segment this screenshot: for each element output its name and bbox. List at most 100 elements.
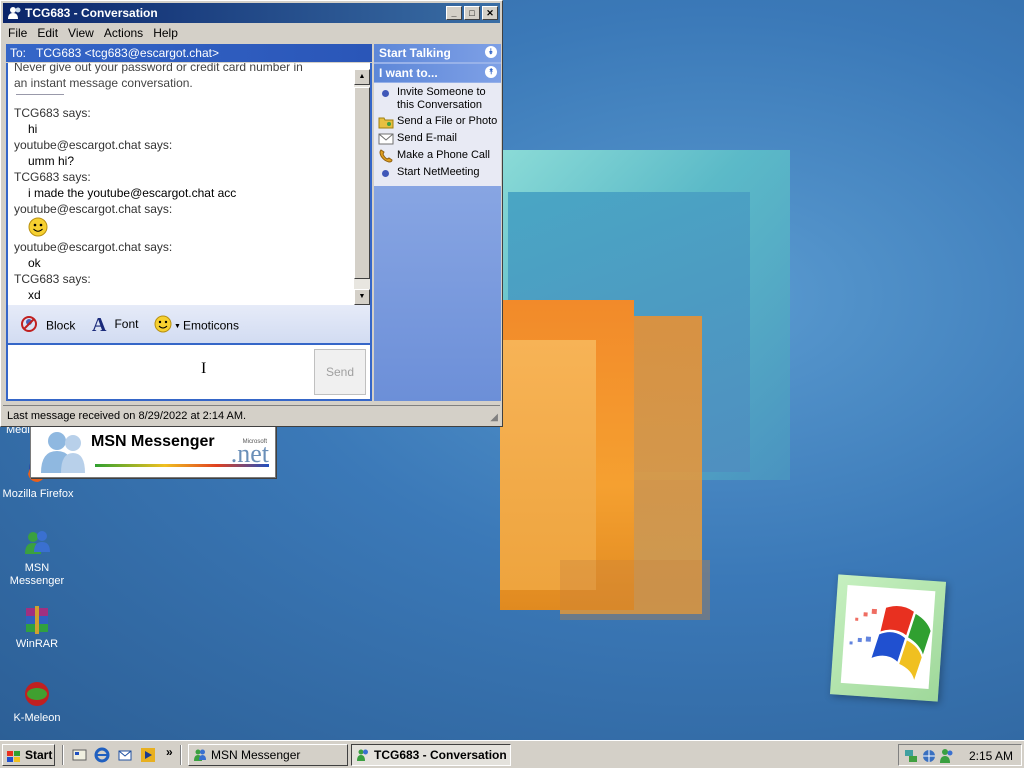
message-text: i made the youtube@escargot.chat acc (28, 186, 237, 200)
netmeeting-icon (378, 166, 394, 180)
emoticons-button[interactable]: ▼ Emoticons (154, 315, 239, 335)
menu-view[interactable]: View (63, 24, 99, 42)
start-talking-label: Start Talking (379, 46, 451, 60)
to-label: To: (10, 46, 27, 60)
message-text: hi (28, 122, 38, 136)
status-text: Last message received on 8/29/2022 at 2:… (7, 410, 247, 422)
font-label: Font (114, 317, 139, 331)
windows-flag-icon (7, 749, 21, 762)
menu-actions[interactable]: Actions (99, 24, 148, 42)
i-want-to-label: I want to... (379, 66, 438, 80)
internet-explorer-icon[interactable] (94, 747, 110, 763)
media-player-icon[interactable] (140, 747, 156, 763)
to-bar: To: TCG683 <tcg683@escargot.chat> (6, 44, 372, 62)
quick-launch-more-icon[interactable]: » (166, 745, 173, 759)
action-invite[interactable]: Invite Someone to this Conversation (374, 85, 501, 114)
windows-flag-icon (849, 606, 931, 680)
phone-icon (378, 149, 394, 163)
winrar-icon (21, 604, 53, 636)
block-icon (20, 315, 38, 338)
compose-area[interactable]: I Send (6, 343, 372, 401)
block-label: Block (46, 318, 76, 333)
block-button[interactable]: Block (20, 315, 75, 335)
action-send-file[interactable]: Send a File or Photo (374, 114, 501, 131)
divider (62, 745, 64, 765)
window-title: TCG683 - Conversation (25, 6, 158, 20)
message-sender: TCG683 says: (14, 170, 91, 184)
message-text: umm hi? (28, 154, 75, 168)
smiley-icon (154, 315, 172, 338)
task-msn-messenger[interactable]: MSN Messenger (188, 744, 348, 766)
minimize-button[interactable]: _ (446, 6, 462, 20)
warning-text: an instant message conversation. (14, 76, 193, 90)
conversation-icon (356, 748, 370, 762)
msn-messenger-splash: MSN Messenger Microsoft .net (30, 420, 276, 478)
outlook-express-icon[interactable] (117, 747, 133, 763)
action-label: Make a Phone Call (397, 149, 490, 161)
divider (16, 94, 64, 95)
resize-grip-icon[interactable]: ◢ (490, 412, 498, 423)
send-file-icon (378, 115, 394, 129)
message-text: ok (28, 256, 41, 270)
font-button[interactable]: A Font (92, 315, 138, 335)
start-talking-header[interactable]: Start Talking ⯯ (374, 44, 501, 62)
actions-list: Invite Someone to this Conversation Send… (374, 83, 501, 186)
desktop-icon-winrar[interactable]: WinRAR (0, 604, 77, 651)
message-history[interactable]: Never give out your password or credit c… (6, 63, 372, 305)
splash-title: MSN Messenger (91, 433, 215, 450)
show-desktop-icon[interactable] (72, 747, 88, 763)
action-label: Send E-mail (397, 132, 457, 144)
message-text: xd (28, 288, 41, 302)
task-conversation[interactable]: TCG683 - Conversation (351, 744, 511, 766)
desktop-icon-label: K-Meleon (13, 712, 61, 724)
to-recipient[interactable]: TCG683 <tcg683@escargot.chat> (36, 46, 219, 60)
network-icon[interactable] (903, 748, 919, 764)
side-panel: Start Talking ⯯ I want to... ⯭ Invite So… (374, 44, 501, 401)
msn-tray-icon[interactable] (939, 748, 955, 764)
menu-edit[interactable]: Edit (32, 24, 63, 42)
conversation-window[interactable]: TCG683 - Conversation _ □ ✕ File Edit View… (0, 0, 503, 427)
msn-messenger-icon (21, 528, 53, 560)
wallpaper-shape (560, 560, 710, 620)
action-label: Send a File or Photo (397, 115, 498, 127)
windows-logo (829, 574, 947, 702)
message-sender: TCG683 says: (14, 106, 91, 120)
msn-messenger-icon (193, 748, 207, 762)
vertical-scrollbar[interactable]: ▲ ▼ (354, 69, 370, 305)
start-button[interactable]: Start (2, 744, 55, 766)
scroll-up-arrow[interactable]: ▲ (354, 69, 370, 85)
close-button[interactable]: ✕ (482, 6, 498, 20)
message-sender: youtube@escargot.chat says: (14, 202, 173, 216)
scroll-thumb[interactable] (354, 87, 370, 279)
globe-icon[interactable] (921, 748, 937, 764)
kmeleon-icon (21, 678, 53, 710)
menu-file[interactable]: File (3, 24, 32, 42)
task-label: MSN Messenger (211, 748, 301, 762)
clock[interactable]: 2:15 AM (969, 749, 1013, 763)
taskbar: Start » MSN Messenger TCG683 - Conversat… (0, 740, 1024, 768)
msn-app-icon[interactable] (7, 5, 23, 21)
menu-bar: File Edit View Actions Help (3, 24, 500, 42)
chevron-up-icon[interactable]: ⯭ (485, 66, 497, 78)
text-cursor-icon: I (201, 360, 207, 377)
desktop-icon-label: WinRAR (15, 638, 59, 650)
send-button[interactable]: Send (314, 349, 366, 395)
action-phone-call[interactable]: Make a Phone Call (374, 148, 501, 165)
chevron-down-icon[interactable]: ⯯ (485, 46, 497, 58)
msn-people-icon (39, 429, 97, 473)
start-label: Start (25, 748, 53, 762)
desktop-icon-kmeleon[interactable]: K-Meleon (0, 678, 77, 725)
action-send-email[interactable]: Send E-mail (374, 131, 501, 148)
maximize-button[interactable]: □ (464, 6, 480, 20)
action-netmeeting[interactable]: Start NetMeeting (374, 165, 501, 182)
system-tray: 2:15 AM (898, 744, 1022, 766)
task-label: TCG683 - Conversation (374, 748, 507, 762)
email-icon (378, 132, 394, 146)
scroll-down-arrow[interactable]: ▼ (354, 289, 370, 305)
title-bar[interactable]: TCG683 - Conversation _ □ ✕ (3, 3, 500, 23)
desktop-icon-label: Mozilla Firefox (2, 488, 74, 500)
i-want-to-header[interactable]: I want to... ⯭ (374, 64, 501, 82)
menu-help[interactable]: Help (148, 24, 183, 42)
desktop-icon-msn[interactable]: MSN Messenger (0, 528, 77, 588)
divider (180, 745, 182, 765)
